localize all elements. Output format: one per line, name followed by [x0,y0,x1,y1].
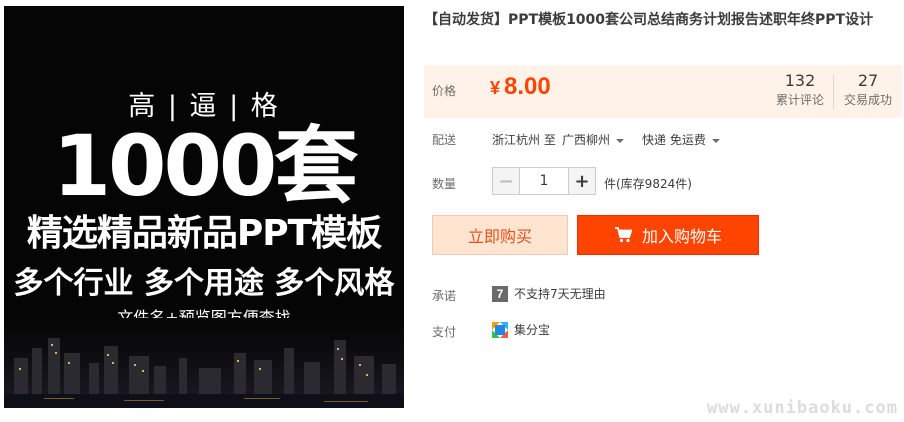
product-image[interactable]: 高 | 逼 | 格 1000套 精选精品新品PPT模板 多个行业 多个用途 多个… [4,6,404,408]
add-to-cart-button[interactable]: 加入购物车 [577,215,759,255]
jifenbao-icon [492,321,508,338]
promise-label: 承诺 [432,289,457,303]
city-skyline-graphic [4,318,404,408]
payment-info[interactable]: 集分宝 [492,321,550,338]
seven-day-icon: 7 [492,285,508,302]
payment-label: 支付 [432,325,457,339]
chevron-down-icon [616,138,625,143]
shipping-label: 配送 [432,133,457,147]
chevron-down-icon [711,138,720,143]
trades-label: 交易成功 [843,93,892,107]
trades-count: 27 [857,71,879,90]
quantity-input[interactable]: 1 [520,167,568,195]
trades-stat: 27 交易成功 [842,71,894,109]
ship-from: 浙江杭州 至 [492,133,556,147]
image-feature-line: 多个行业 多个用途 多个风格 [13,266,395,301]
quantity-stepper: − 1 + [492,167,596,195]
quantity-decrease-button[interactable]: − [492,167,520,195]
price-amount: 8.00 [504,73,551,100]
promise-text: 不支持7天无理由 [514,287,606,301]
price-panel: 价格 ¥8.00 132 累计评论 27 交易成功 [424,65,902,118]
add-to-cart-label: 加入购物车 [641,227,722,246]
product-title: 【自动发货】PPT模板1000套公司总结商务计划报告述职年终PPT设计 [424,12,874,28]
currency-symbol: ¥ [490,78,501,98]
promise-info[interactable]: 7 不支持7天无理由 [492,285,606,302]
ship-to-value: 广西柳州 [562,133,611,147]
quantity-label: 数量 [432,177,457,191]
stock-info: 件(库存9824件) [604,177,692,191]
cart-icon [614,227,632,243]
payment-text: 集分宝 [514,323,551,337]
shipping-method-value: 快递 免运费 [642,133,706,147]
buy-now-button[interactable]: 立即购买 [432,215,568,255]
image-headline: 1000套 [52,117,359,215]
quantity-increase-button[interactable]: + [568,167,596,195]
shipping-method-selector[interactable]: 快递 免运费 [642,131,720,148]
reviews-count: 132 [784,71,816,90]
watermark: www.xunibaoku.com [707,398,898,418]
reviews-stat[interactable]: 132 累计评论 [776,71,824,109]
price-label: 价格 [432,84,457,98]
ship-to-selector[interactable]: 广西柳州 [562,131,625,148]
image-subheadline: 精选精品新品PPT模板 [26,213,382,254]
stat-divider [833,75,834,109]
reviews-label: 累计评论 [776,93,825,107]
price-value: ¥8.00 [490,73,551,101]
